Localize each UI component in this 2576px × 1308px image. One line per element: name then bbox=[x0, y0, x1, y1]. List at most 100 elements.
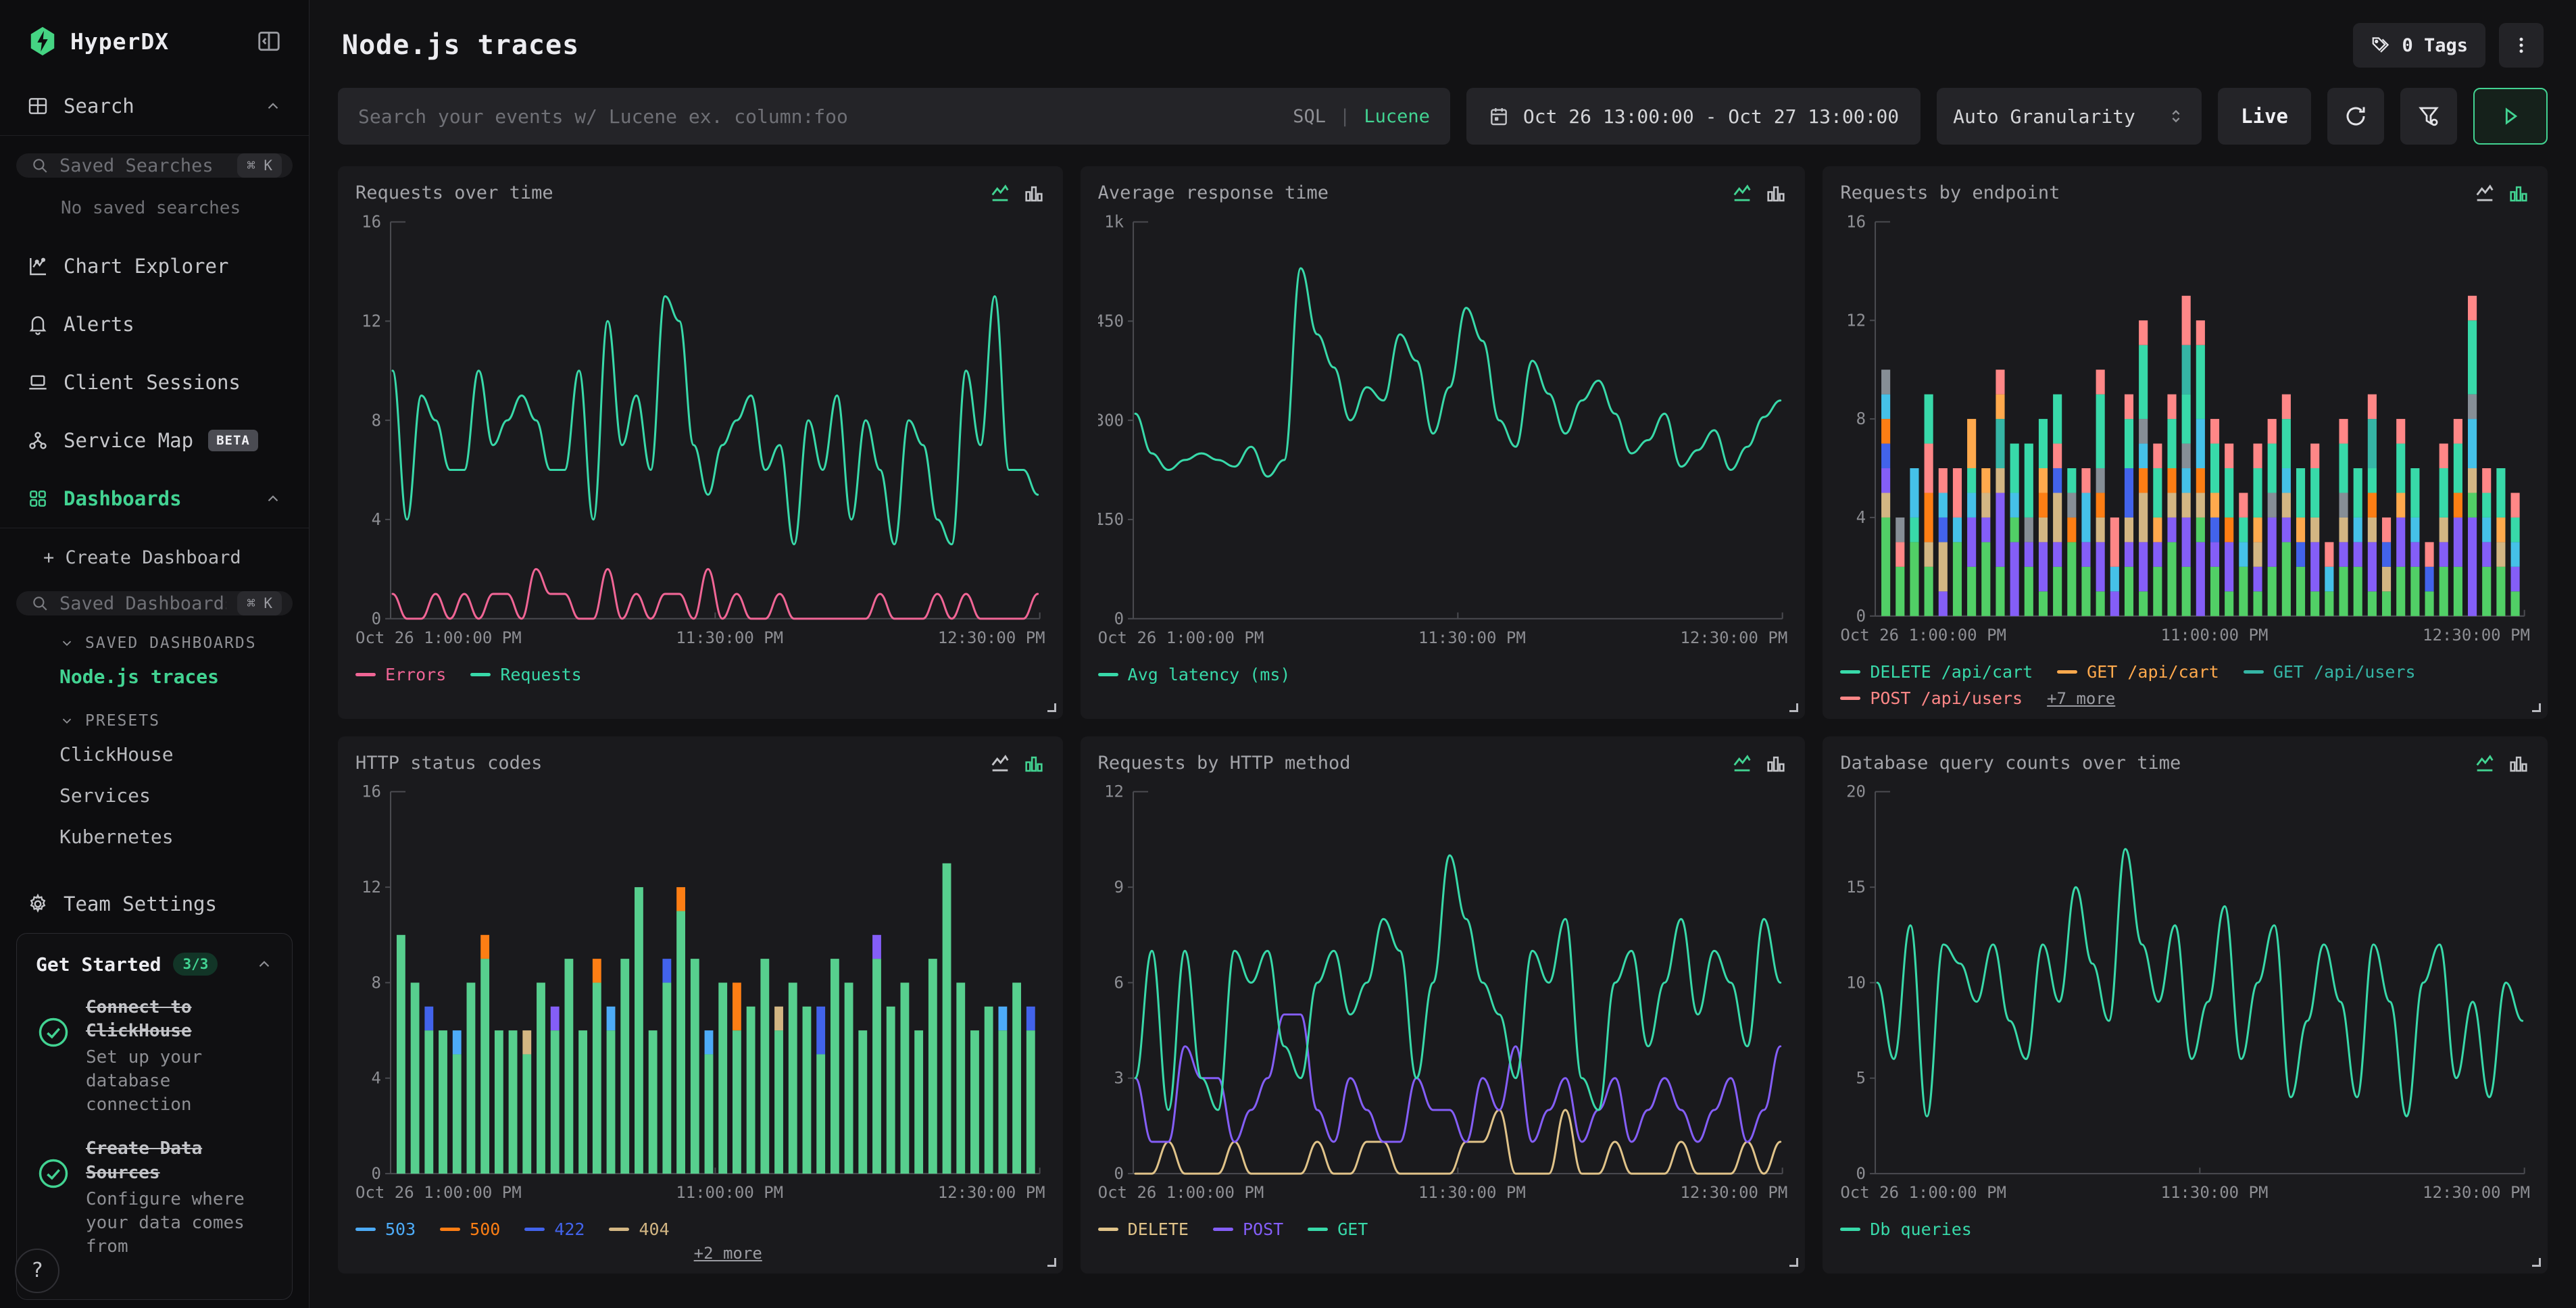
event-search-input[interactable] bbox=[358, 105, 1279, 128]
more-options-button[interactable] bbox=[2499, 23, 2544, 68]
legend-item[interactable]: 503 bbox=[355, 1219, 416, 1239]
svg-text:1k: 1k bbox=[1104, 211, 1124, 231]
saved-searches-input[interactable] bbox=[59, 155, 226, 176]
tags-button[interactable]: 0 Tags bbox=[2353, 23, 2485, 68]
svg-text:4: 4 bbox=[372, 1069, 381, 1088]
sidebar-item-alerts[interactable]: Alerts bbox=[0, 295, 309, 353]
chart-panel-header: Requests by endpoint bbox=[1840, 182, 2530, 205]
get-started-item[interactable]: Connect to ClickHouse Set up your databa… bbox=[36, 996, 273, 1117]
granularity-select[interactable]: Auto Granularity bbox=[1937, 88, 2202, 145]
event-search-bar[interactable]: SQL | Lucene bbox=[338, 88, 1450, 145]
svg-text:0: 0 bbox=[372, 1164, 381, 1180]
dashboard-item-services[interactable]: Services bbox=[0, 775, 309, 816]
lucene-mode-toggle[interactable]: Lucene bbox=[1364, 106, 1430, 127]
chart-legend: DELETE POST GET bbox=[1098, 1219, 1788, 1263]
line-chart-toggle-icon[interactable] bbox=[2473, 182, 2496, 205]
sidebar-item-search[interactable]: Search bbox=[0, 77, 309, 136]
svg-text:4: 4 bbox=[372, 509, 381, 529]
line-chart-toggle-icon[interactable] bbox=[1731, 753, 1754, 776]
legend-more-link[interactable]: +2 more bbox=[694, 1244, 762, 1263]
resize-handle[interactable] bbox=[2532, 703, 2541, 712]
sidebar-item-team-settings[interactable]: Team Settings bbox=[0, 875, 309, 933]
svg-text:20: 20 bbox=[1846, 782, 1866, 801]
legend-item[interactable]: Db queries bbox=[1840, 1219, 1972, 1239]
svg-text:0: 0 bbox=[1114, 1164, 1123, 1180]
chevron-up-icon[interactable] bbox=[264, 490, 282, 507]
resize-handle[interactable] bbox=[1047, 703, 1056, 712]
legend-item[interactable]: DELETE /api/cart bbox=[1840, 662, 2033, 682]
legend-item[interactable]: 500 bbox=[440, 1219, 500, 1239]
svg-text:15: 15 bbox=[1846, 878, 1866, 897]
sidebar: HyperDX Search ⌘ K No saved searches Cha… bbox=[0, 0, 309, 1308]
saved-dashboards-search[interactable]: ⌘ K bbox=[16, 591, 293, 615]
dashboard-item-clickhouse[interactable]: ClickHouse bbox=[0, 734, 309, 775]
resize-handle[interactable] bbox=[1047, 1258, 1056, 1267]
svg-text:8: 8 bbox=[372, 973, 381, 992]
saved-dashboards-input[interactable] bbox=[59, 593, 226, 614]
legend-item[interactable]: 404 bbox=[609, 1219, 669, 1239]
x-label-end: 12:30:00 PM bbox=[938, 1183, 1045, 1202]
saved-dashboards-group[interactable]: SAVED DASHBOARDS bbox=[0, 620, 309, 656]
collapse-sidebar-icon[interactable] bbox=[256, 28, 282, 54]
date-range-picker[interactable]: Oct 26 13:00:00 - Oct 27 13:00:00 bbox=[1466, 88, 1921, 145]
sidebar-item-dashboards[interactable]: Dashboards bbox=[0, 470, 309, 528]
chevron-up-icon[interactable] bbox=[255, 955, 273, 973]
sidebar-item-client-sessions[interactable]: Client Sessions bbox=[0, 353, 309, 411]
svg-text:3: 3 bbox=[1114, 1069, 1123, 1088]
create-dashboard-button[interactable]: + Create Dashboard bbox=[0, 528, 309, 574]
bar-chart-toggle-icon[interactable] bbox=[2507, 182, 2530, 205]
help-button[interactable]: ? bbox=[15, 1249, 59, 1293]
presets-group[interactable]: PRESETS bbox=[0, 697, 309, 734]
granularity-value: Auto Granularity bbox=[1953, 105, 2135, 128]
page-header: Node.js traces 0 Tags bbox=[338, 0, 2548, 88]
sql-mode-toggle[interactable]: SQL bbox=[1293, 106, 1326, 127]
chart-x-labels: Oct 26 1:00:00 PM 11:00:00 PM 12:30:00 P… bbox=[355, 1183, 1045, 1202]
refresh-button[interactable] bbox=[2327, 88, 2384, 145]
x-label-end: 12:30:00 PM bbox=[1680, 1183, 1787, 1202]
legend-item[interactable]: 422 bbox=[524, 1219, 585, 1239]
bar-chart-toggle-icon[interactable] bbox=[1022, 753, 1045, 776]
chart-canvas: 20151050 bbox=[1840, 780, 2530, 1180]
filter-button[interactable] bbox=[2400, 88, 2457, 145]
line-chart-toggle-icon[interactable] bbox=[989, 753, 1012, 776]
sidebar-item-chart-explorer[interactable]: Chart Explorer bbox=[0, 237, 309, 295]
group-label-text: PRESETS bbox=[85, 712, 160, 730]
legend-label: Requests bbox=[500, 665, 581, 684]
legend-item[interactable]: POST bbox=[1213, 1219, 1283, 1239]
legend-item[interactable]: Avg latency (ms) bbox=[1098, 665, 1291, 684]
bar-chart-toggle-icon[interactable] bbox=[1764, 753, 1787, 776]
legend-item[interactable]: DELETE bbox=[1098, 1219, 1189, 1239]
dashboard-item-nodejs-traces[interactable]: Node.js traces bbox=[0, 656, 309, 697]
play-icon bbox=[2499, 105, 2522, 128]
legend-item[interactable]: Errors bbox=[355, 665, 446, 684]
live-button[interactable]: Live bbox=[2218, 88, 2311, 145]
line-chart-toggle-icon[interactable] bbox=[2473, 753, 2496, 776]
bar-chart-toggle-icon[interactable] bbox=[1764, 182, 1787, 205]
resize-handle[interactable] bbox=[1789, 703, 1798, 712]
resize-handle[interactable] bbox=[2532, 1258, 2541, 1267]
chevron-down-icon bbox=[59, 636, 74, 651]
line-chart-toggle-icon[interactable] bbox=[989, 182, 1012, 205]
svg-text:12: 12 bbox=[362, 878, 381, 897]
sidebar-item-label: Team Settings bbox=[64, 892, 217, 915]
bar-chart-toggle-icon[interactable] bbox=[2507, 753, 2530, 776]
legend-item[interactable]: GET /api/users bbox=[2244, 662, 2416, 682]
chevron-up-icon[interactable] bbox=[264, 97, 282, 115]
saved-searches-search[interactable]: ⌘ K bbox=[16, 153, 293, 178]
get-started-item[interactable]: Create Data Sources Configure where your… bbox=[36, 1137, 273, 1258]
bar-chart-toggle-icon[interactable] bbox=[1022, 182, 1045, 205]
svg-text:16: 16 bbox=[362, 211, 381, 231]
legend-item[interactable]: GET /api/cart bbox=[2057, 662, 2219, 682]
sidebar-item-service-map[interactable]: Service Map BETA bbox=[0, 411, 309, 470]
line-chart-toggle-icon[interactable] bbox=[1731, 182, 1754, 205]
legend-item[interactable]: Requests bbox=[470, 665, 581, 684]
legend-item[interactable]: GET bbox=[1308, 1219, 1368, 1239]
legend-item[interactable]: POST /api/users bbox=[1840, 688, 2023, 708]
resize-handle[interactable] bbox=[1789, 1258, 1798, 1267]
run-query-button[interactable] bbox=[2473, 88, 2548, 145]
legend-more-link[interactable]: +7 more bbox=[2047, 689, 2115, 708]
dashboard-item-kubernetes[interactable]: Kubernetes bbox=[0, 816, 309, 857]
chart-title: Average response time bbox=[1098, 182, 1329, 203]
chart-canvas: 1612840 bbox=[1840, 209, 2530, 623]
kebab-icon bbox=[2511, 35, 2531, 55]
